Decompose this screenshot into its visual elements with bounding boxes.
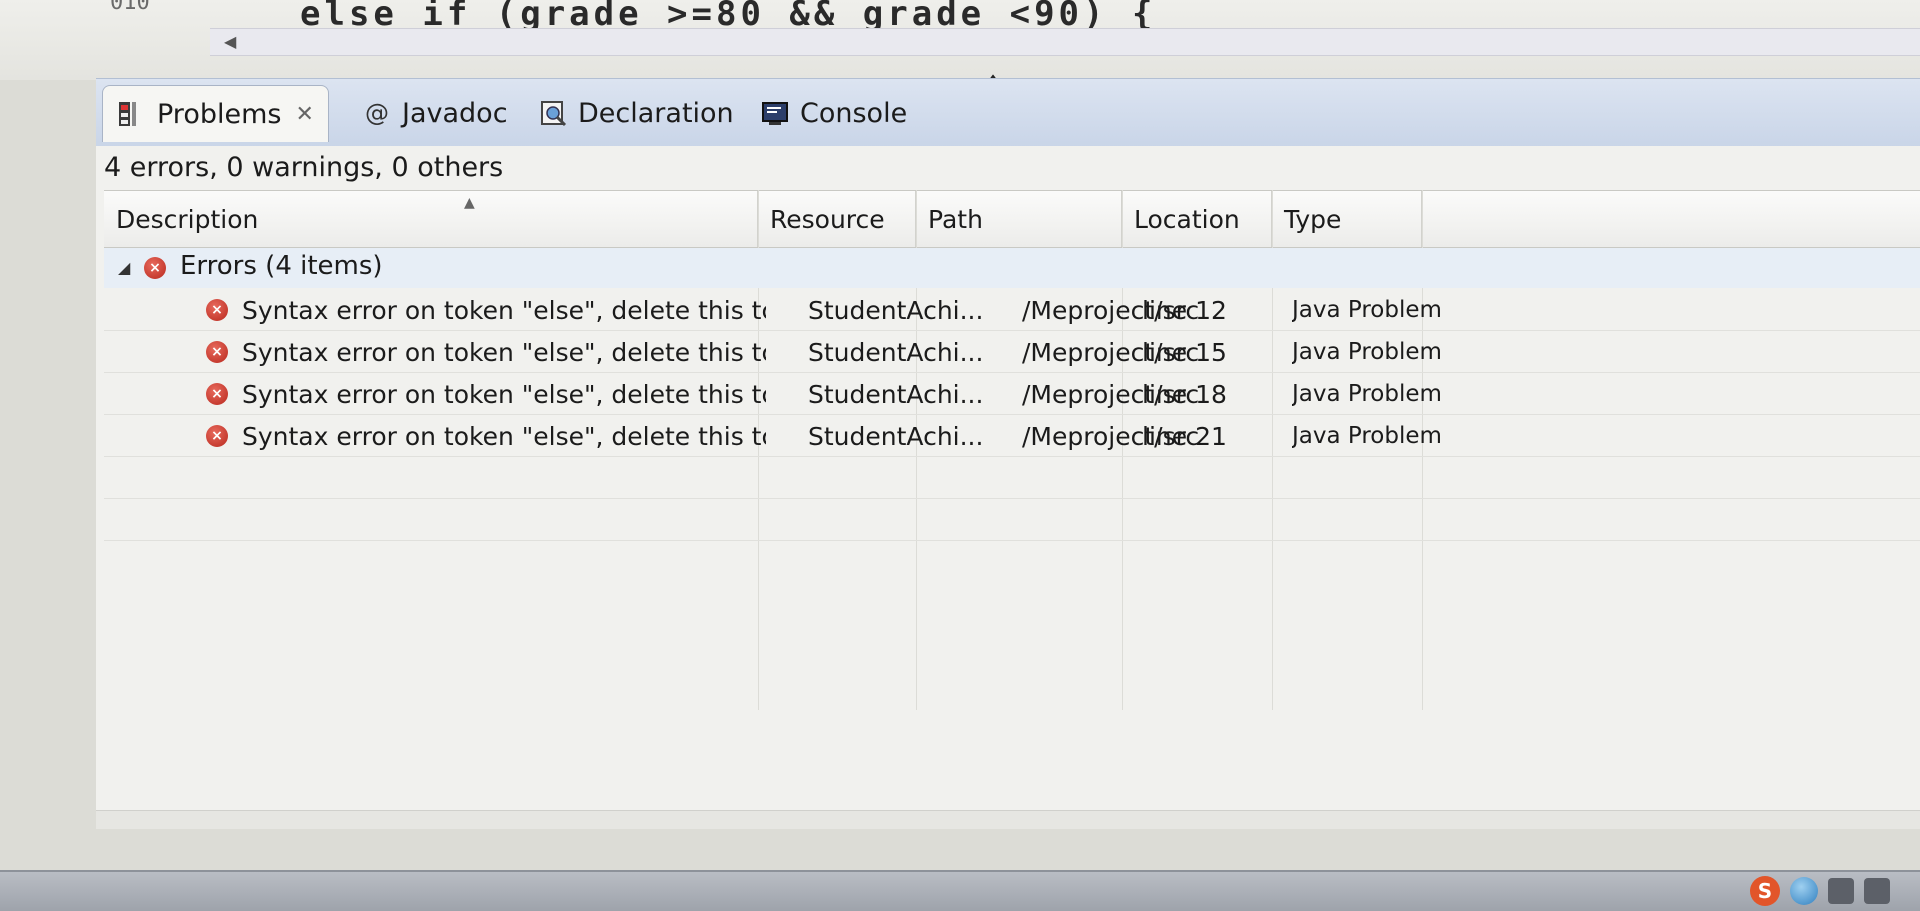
row-divider	[104, 498, 1920, 499]
cell-description: Syntax error on token "else", delete thi…	[242, 295, 766, 325]
scroll-left-icon[interactable]: ◀	[224, 32, 236, 51]
editor-area[interactable]: 010 else if (grade >=80 && grade <90) { …	[0, 0, 1920, 80]
cell-type: Java Problem	[1292, 423, 1442, 449]
panel-bottom-edge	[96, 810, 1920, 829]
cell-description: Syntax error on token "else", delete thi…	[242, 337, 766, 367]
tab-console-label: Console	[800, 97, 908, 129]
error-icon: ×	[206, 299, 228, 321]
table-row[interactable]: × Syntax error on token "else", delete t…	[104, 332, 1920, 372]
table-row[interactable]: × Syntax error on token "else", delete t…	[104, 374, 1920, 414]
tab-javadoc[interactable]: @ Javadoc	[362, 85, 508, 141]
error-icon: ×	[206, 341, 228, 363]
taskbar: S	[0, 870, 1920, 911]
table-row[interactable]: × Syntax error on token "else", delete t…	[104, 416, 1920, 456]
cell-location: line 12	[1142, 295, 1227, 325]
column-location[interactable]: Location	[1122, 191, 1272, 247]
problems-icon	[117, 99, 147, 129]
declaration-icon	[538, 98, 568, 128]
close-icon[interactable]: ✕	[295, 102, 313, 127]
cell-type: Java Problem	[1292, 339, 1442, 365]
error-icon: ×	[206, 425, 228, 447]
tab-console[interactable]: Console	[760, 85, 907, 141]
cell-description: Syntax error on token "else", delete thi…	[242, 421, 766, 451]
javadoc-icon: @	[365, 99, 389, 127]
column-resource[interactable]: Resource	[758, 191, 916, 247]
row-divider	[104, 330, 1920, 331]
column-path[interactable]: Path	[916, 191, 1122, 247]
cell-type: Java Problem	[1292, 297, 1442, 323]
problems-view: 4 errors, 0 warnings, 0 others Descripti…	[96, 146, 1920, 829]
row-divider	[104, 372, 1920, 373]
editor-horizontal-scrollbar[interactable]: ◀	[210, 28, 1920, 56]
sogou-icon[interactable]: S	[1750, 876, 1780, 906]
row-divider	[104, 456, 1920, 457]
tab-problems[interactable]: Problems ✕	[102, 85, 329, 142]
row-divider	[104, 414, 1920, 415]
expand-collapse-icon[interactable]: ◢	[118, 258, 130, 277]
tab-declaration[interactable]: Declaration	[538, 85, 734, 141]
tab-javadoc-label: Javadoc	[402, 97, 508, 129]
cell-location: line 18	[1142, 379, 1227, 409]
sort-ascending-icon: ▲	[464, 195, 475, 211]
cell-location: line 21	[1142, 421, 1227, 451]
cell-type: Java Problem	[1292, 381, 1442, 407]
console-icon	[760, 98, 790, 128]
errors-group-label: Errors (4 items)	[180, 251, 383, 281]
system-tray: S	[1750, 876, 1890, 906]
tab-declaration-label: Declaration	[578, 97, 734, 129]
editor-line-number: 010	[110, 0, 150, 15]
column-description[interactable]: Description	[104, 191, 758, 247]
column-type[interactable]: Type	[1272, 191, 1422, 247]
cell-location: line 15	[1142, 337, 1227, 367]
error-icon: ×	[206, 383, 228, 405]
network-icon[interactable]	[1864, 878, 1890, 904]
error-icon: ×	[144, 257, 166, 279]
view-tab-bar: Problems ✕ @ Javadoc Declaration Console	[96, 78, 1920, 147]
problems-summary: 4 errors, 0 warnings, 0 others	[104, 152, 504, 183]
row-divider	[104, 540, 1920, 541]
globe-icon[interactable]	[1790, 877, 1818, 905]
table-row[interactable]: × Syntax error on token "else", delete t…	[104, 290, 1920, 330]
errors-group-row[interactable]: ◢ × Errors (4 items)	[104, 248, 1920, 288]
volume-icon[interactable]	[1828, 878, 1854, 904]
cell-description: Syntax error on token "else", delete thi…	[242, 379, 766, 409]
problems-table-header: Description ▲ Resource Path Location Typ…	[104, 190, 1920, 248]
tab-problems-label: Problems	[157, 98, 282, 130]
